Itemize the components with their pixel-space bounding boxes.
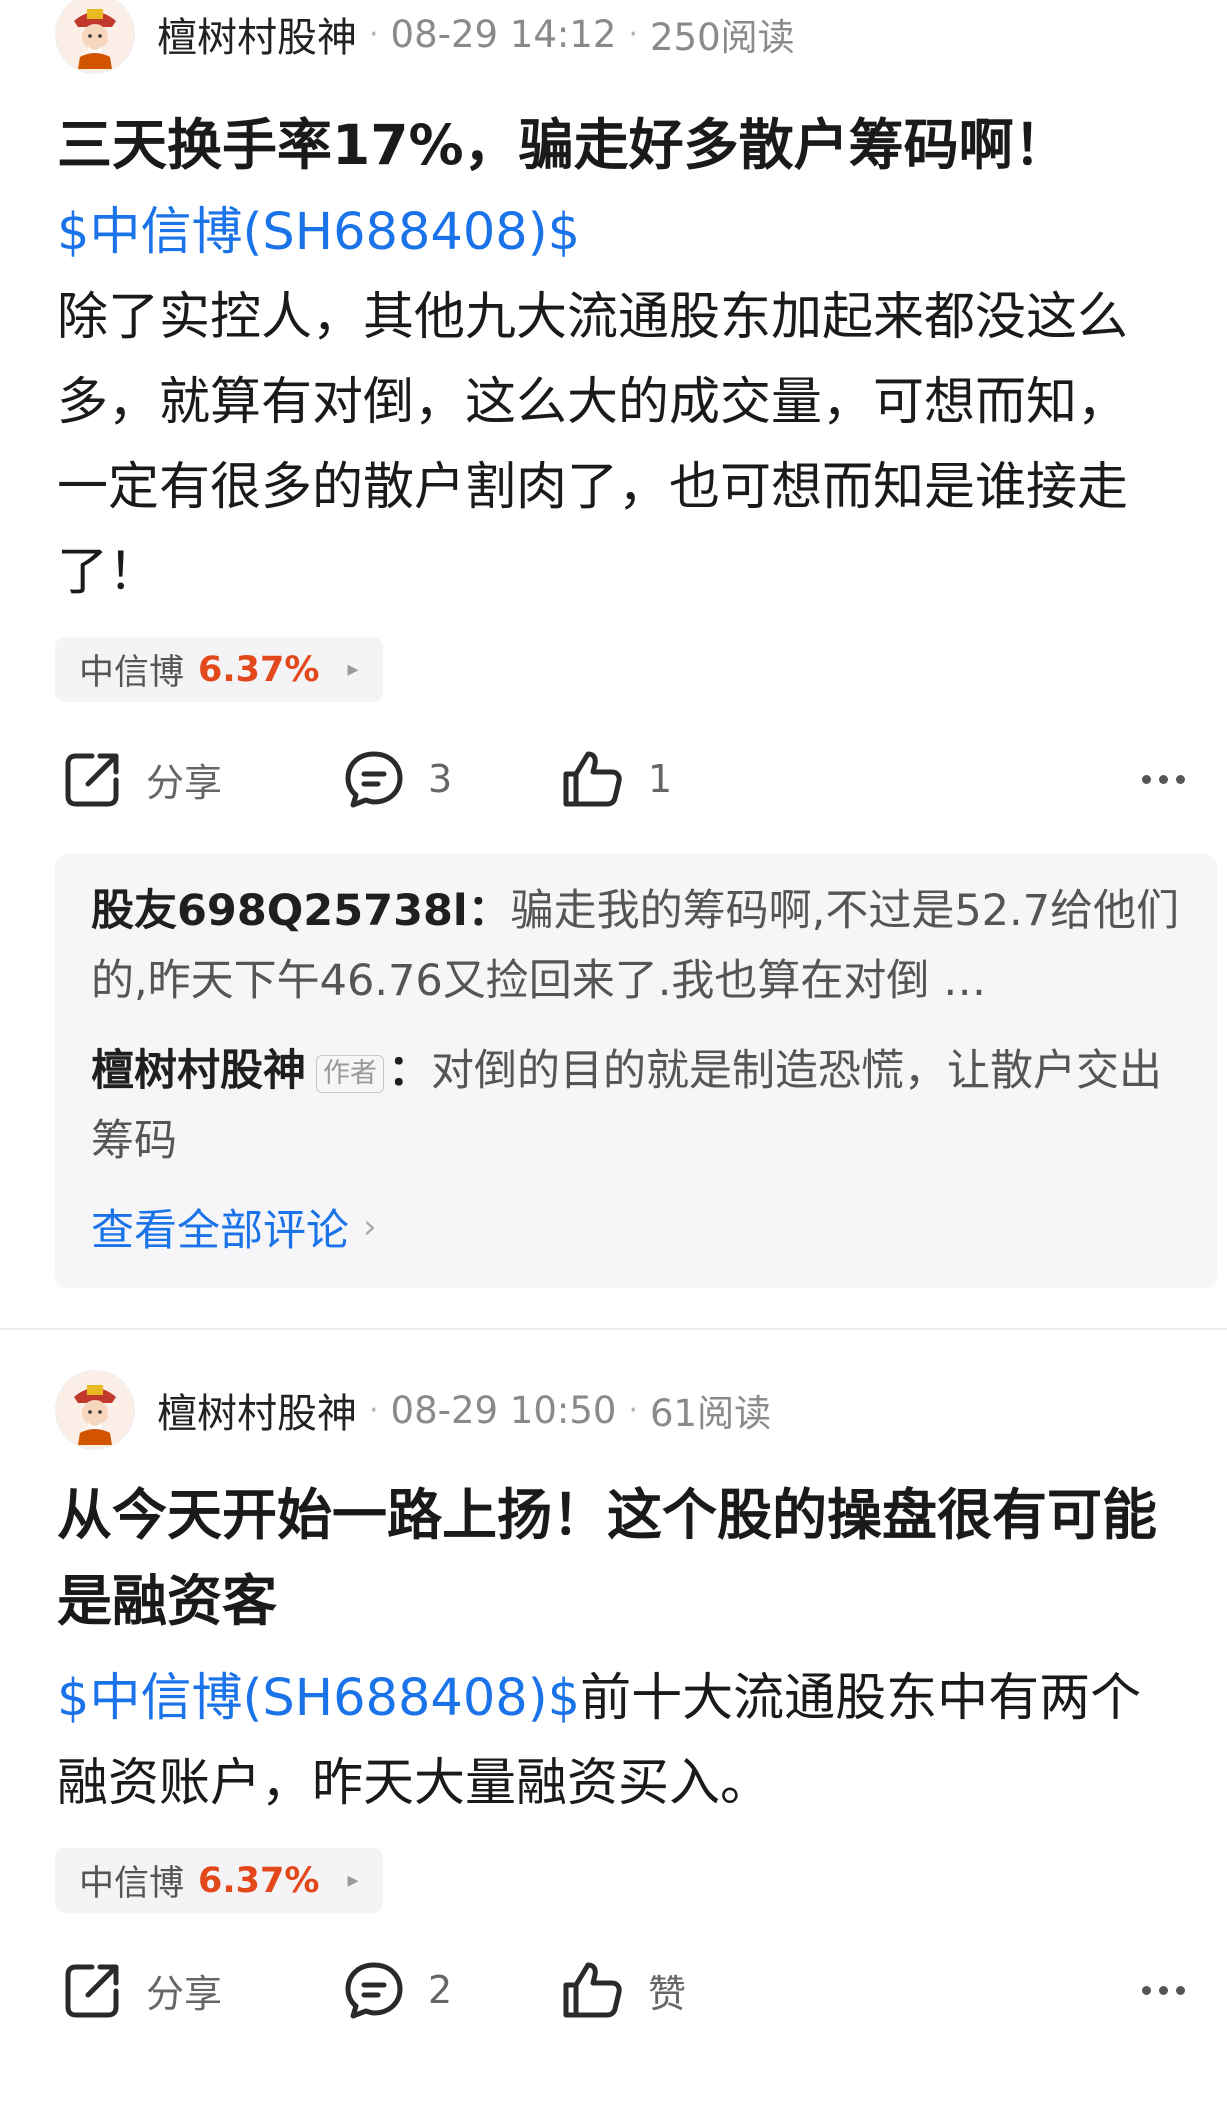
comment-count: 3 xyxy=(428,757,453,801)
stock-link[interactable]: $中信博(SH688408)$ xyxy=(57,203,580,262)
author-name[interactable]: 檀树村股神 xyxy=(157,5,357,63)
post-title[interactable]: 从今天开始一路上扬！这个股的操盘很有可能是融资客 xyxy=(0,1472,1227,1644)
post-body-text: 除了实控人，其他九大流通股东加起来都没这么多，就算有对倒，这么大的成交量，可想而… xyxy=(57,288,1129,602)
more-icon[interactable] xyxy=(1142,1985,1185,1995)
post-body[interactable]: $中信博(SH688408)$ 除了实控人，其他九大流通股东加起来都没这么多，就… xyxy=(0,190,1227,615)
view-all-label: 查看全部评论 xyxy=(91,1206,349,1256)
stock-chip-change: 6.37% xyxy=(198,649,320,690)
comment-preview-box[interactable]: 股友698Q25738l：骗走我的筹码啊,不过是52.7给他们的,昨天下午46.… xyxy=(55,854,1217,1288)
share-icon xyxy=(65,1964,119,2018)
like-icon xyxy=(563,751,622,807)
like-count: 1 xyxy=(648,757,673,801)
comment-icon xyxy=(345,1962,403,2019)
like-icon xyxy=(563,1962,622,2018)
comment-item[interactable]: 檀树村股神 作者 ：对倒的目的就是制造恐慌，让散户交出筹码 xyxy=(91,1036,1181,1176)
share-label: 分享 xyxy=(146,760,223,805)
read-count: 250阅读 xyxy=(650,16,795,59)
author-name[interactable]: 檀树村股神 xyxy=(157,1381,357,1439)
post-card[interactable]: 檀树村股神 · 08-29 10:50 · 61阅读 从今天开始一路上扬！这个股… xyxy=(0,1370,1227,2035)
comment-item[interactable]: 股友698Q25738l：骗走我的筹码啊,不过是52.7给他们的,昨天下午46.… xyxy=(91,876,1181,1016)
chevron-right-icon: › xyxy=(363,1207,377,1247)
post-body[interactable]: $中信博(SH688408)$前十大流通股东中有两个融资账户，昨天大量融资买入。 xyxy=(0,1656,1227,1826)
share-button[interactable]: 分享 xyxy=(62,1959,222,2021)
action-bar: 分享 3 1 xyxy=(0,734,1227,824)
post-header: 檀树村股神 · 08-29 14:12 · 250阅读 xyxy=(0,0,1227,74)
comment-button[interactable]: 2 xyxy=(342,1959,452,2021)
meta-dot: · xyxy=(369,16,379,52)
stock-chip[interactable]: 中信博 6.37% ▸ xyxy=(55,637,383,702)
post-time: 08-29 10:50 xyxy=(390,1388,617,1432)
avatar-icon[interactable] xyxy=(55,0,135,74)
comment-icon xyxy=(345,751,403,808)
post-divider xyxy=(0,1328,1227,1330)
meta-dot: · xyxy=(369,1392,379,1428)
commenter-name[interactable]: 檀树村股神 xyxy=(91,1046,306,1096)
post-title[interactable]: 三天换手率17%，骗走好多散户筹码啊！ xyxy=(0,102,1227,188)
avatar-icon[interactable] xyxy=(55,1370,135,1450)
chevron-right-icon: ▸ xyxy=(347,657,359,682)
stock-chip[interactable]: 中信博 6.37% ▸ xyxy=(55,1848,383,1913)
meta-dot: · xyxy=(628,16,638,52)
like-button[interactable]: 1 xyxy=(560,748,672,810)
comment-count: 2 xyxy=(428,1968,453,2012)
commenter-name[interactable]: 股友698Q25738l xyxy=(91,886,468,936)
like-button[interactable]: 赞 xyxy=(560,1959,686,2021)
author-badge: 作者 xyxy=(316,1054,384,1093)
meta-dot: · xyxy=(628,1392,638,1428)
action-bar: 分享 2 赞 xyxy=(0,1945,1227,2035)
post-time: 08-29 14:12 xyxy=(390,12,617,56)
comment-separator: ： xyxy=(388,1046,431,1096)
like-label: 赞 xyxy=(648,1971,687,2016)
post-header: 檀树村股神 · 08-29 10:50 · 61阅读 xyxy=(0,1370,1227,1450)
more-icon[interactable] xyxy=(1142,774,1185,784)
stock-chip-change: 6.37% xyxy=(198,1860,320,1901)
stock-chip-name: 中信博 xyxy=(79,653,185,693)
share-label: 分享 xyxy=(146,1971,223,2016)
stock-chip-name: 中信博 xyxy=(79,1864,185,1904)
view-all-comments-link[interactable]: 查看全部评论 › xyxy=(91,1196,1181,1258)
share-button[interactable]: 分享 xyxy=(62,748,222,810)
chevron-right-icon: ▸ xyxy=(347,1868,359,1893)
post-card[interactable]: 檀树村股神 · 08-29 14:12 · 250阅读 三天换手率17%，骗走好… xyxy=(0,0,1227,1330)
comment-separator: ： xyxy=(467,886,511,936)
read-count: 61阅读 xyxy=(650,1392,772,1435)
share-icon xyxy=(65,753,119,807)
comment-button[interactable]: 3 xyxy=(342,748,452,810)
stock-link[interactable]: $中信博(SH688408)$ xyxy=(57,1669,580,1728)
